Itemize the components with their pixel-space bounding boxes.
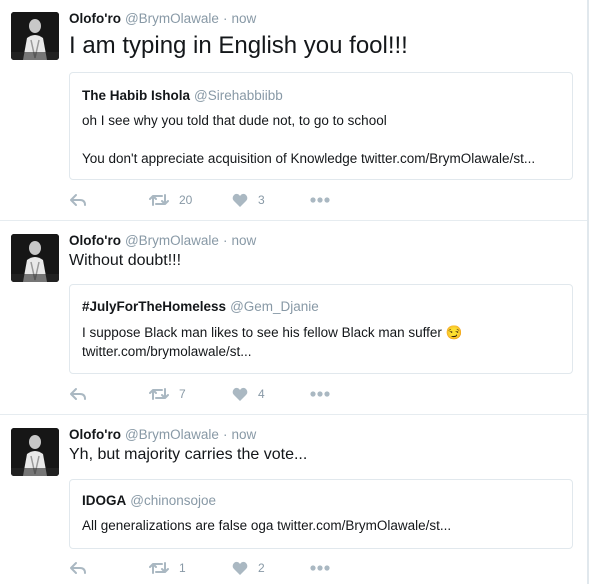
- like-count: 4: [258, 387, 265, 401]
- more-icon: [310, 391, 330, 397]
- heart-icon: [232, 561, 248, 575]
- retweet-icon: [149, 194, 169, 206]
- tweet-text: I am typing in English you fool!!!: [69, 32, 408, 59]
- more-button[interactable]: [310, 190, 330, 210]
- tweet[interactable]: Olofo'ro @BrymOlawale · now Without doubt!!…: [0, 222, 587, 415]
- retweet-icon: [149, 562, 169, 574]
- separator: ·: [222, 427, 228, 442]
- quoted-author-name: #JulyForTheHomeless: [82, 299, 227, 314]
- reply-icon: [70, 388, 86, 400]
- avatar[interactable]: [11, 12, 59, 60]
- separator: ·: [222, 233, 228, 248]
- author-name[interactable]: Olofo'ro: [69, 11, 121, 26]
- heart-icon: [232, 193, 248, 207]
- tweet-header: Olofo'ro @BrymOlawale · now: [69, 232, 256, 250]
- author-handle[interactable]: @BrymOlawale: [125, 427, 219, 442]
- retweet-button[interactable]: 1: [149, 558, 186, 578]
- quoted-tweet[interactable]: #JulyForTheHomeless @Gem_Djanie I suppose…: [69, 284, 573, 374]
- author-name[interactable]: Olofo'ro: [69, 427, 121, 442]
- author-handle[interactable]: @BrymOlawale: [125, 233, 219, 248]
- more-button[interactable]: [310, 384, 330, 404]
- retweet-count: 7: [179, 387, 186, 401]
- like-button[interactable]: 4: [232, 384, 265, 404]
- avatar[interactable]: [11, 234, 59, 282]
- author-handle[interactable]: @BrymOlawale: [125, 11, 219, 26]
- more-icon: [310, 565, 330, 571]
- like-button[interactable]: 3: [232, 190, 265, 210]
- quoted-header: IDOGA @chinonsojoe: [82, 493, 216, 508]
- quoted-author-name: The Habib Ishola: [82, 88, 191, 103]
- tweet-text: Yh, but majority carries the vote...: [69, 446, 308, 463]
- tweet[interactable]: Olofo'ro @BrymOlawale · now Yh, but majorit…: [0, 416, 587, 584]
- tweet-header: Olofo'ro @BrymOlawale · now: [69, 426, 256, 444]
- avatar[interactable]: [11, 428, 59, 476]
- quoted-header: #JulyForTheHomeless @Gem_Djanie: [82, 299, 319, 314]
- retweet-button[interactable]: 7: [149, 384, 186, 404]
- quoted-header: The Habib Ishola @Sirehabbiibb: [82, 88, 283, 103]
- quoted-author-handle: @Gem_Djanie: [230, 299, 319, 314]
- quoted-tweet[interactable]: The Habib Ishola @Sirehabbiibb oh I see w…: [69, 72, 573, 180]
- timestamp[interactable]: now: [231, 233, 256, 248]
- quoted-text-line: You don't appreciate acquisition of Know…: [82, 151, 536, 166]
- timestamp[interactable]: now: [231, 11, 256, 26]
- tweet-text: Without doubt!!!: [69, 252, 182, 269]
- quoted-text-line: All generalizations are false oga twitte…: [82, 518, 452, 533]
- avatar-image: [11, 234, 59, 282]
- reply-button[interactable]: [69, 558, 87, 578]
- reply-icon: [70, 194, 86, 206]
- heart-icon: [232, 387, 248, 401]
- reply-button[interactable]: [69, 384, 87, 404]
- avatar-image: [11, 428, 59, 476]
- retweet-icon: [149, 388, 169, 400]
- quoted-text-line: twitter.com/brymolawale/st...: [82, 344, 252, 359]
- more-button[interactable]: [310, 558, 330, 578]
- quoted-author-handle: @chinonsojoe: [130, 493, 217, 508]
- more-icon: [310, 197, 330, 203]
- quoted-text-line: I suppose Black man likes to see his fel…: [82, 325, 463, 340]
- quoted-author-handle: @Sirehabbiibb: [194, 88, 283, 103]
- reply-icon: [70, 562, 86, 574]
- author-name[interactable]: Olofo'ro: [69, 233, 121, 248]
- tweet-header: Olofo'ro @BrymOlawale · now: [69, 10, 256, 28]
- like-count: 2: [258, 561, 265, 575]
- retweet-button[interactable]: 20: [149, 190, 192, 210]
- retweet-count: 1: [179, 561, 186, 575]
- tweet[interactable]: Olofo'ro @BrymOlawale · now I am typing in …: [0, 0, 587, 221]
- reply-button[interactable]: [69, 190, 87, 210]
- like-count: 3: [258, 193, 265, 207]
- retweet-count: 20: [179, 193, 193, 207]
- quoted-author-name: IDOGA: [82, 493, 127, 508]
- like-button[interactable]: 2: [232, 558, 265, 578]
- quoted-text-line: oh I see why you told that dude not, to …: [82, 113, 387, 128]
- quoted-tweet[interactable]: IDOGA @chinonsojoe All generalizations ar…: [69, 479, 573, 549]
- timestamp[interactable]: now: [231, 427, 256, 442]
- separator: ·: [222, 11, 228, 26]
- avatar-image: [11, 12, 59, 60]
